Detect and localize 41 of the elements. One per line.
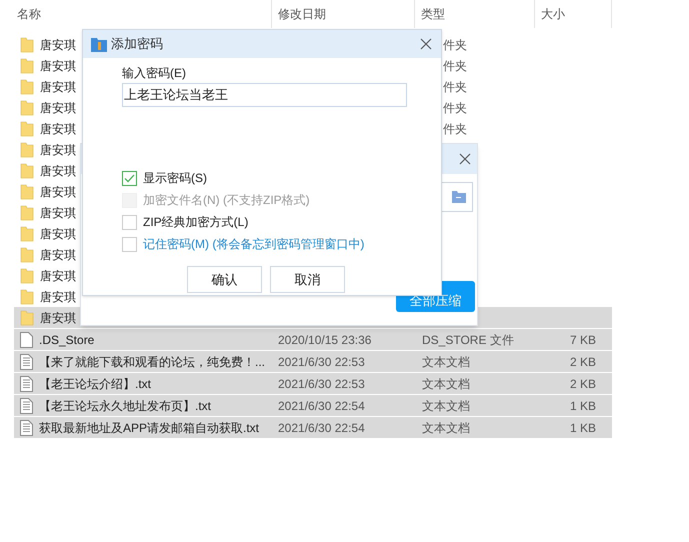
folder-name: 唐安琪 [40,310,76,326]
type-cell-text: 件夹 [443,100,467,116]
size-cell-text: 2 KB [568,354,596,370]
size-cell-text: 1 KB [568,420,596,436]
file-name: 获取最新地址及APP请发邮箱自动获取.txt [39,420,260,436]
date-cell-text: 2021/6/30 22:54 [278,420,366,436]
folder-name: 唐安琪 [40,78,76,96]
size-cell-text: 7 KB [568,332,596,348]
type-cell-text: 文本文档 [422,420,471,436]
date-cell-text: 2021/6/30 22:54 [278,398,366,414]
type-cell-text: 件夹 [443,58,467,74]
type-cell-text: DS_STORE 文件 [422,332,515,348]
size-cell-text: 1 KB [568,398,596,414]
file-name: 【来了就能下载和观看的论坛，纯免费！... [39,354,266,370]
folder-name: 唐安琪 [40,204,76,222]
folder-name: 唐安琪 [40,36,76,54]
folder-name: 唐安琪 [40,100,76,116]
file-name: .DS_Store [39,332,94,348]
date-cell-text: 2021/6/30 22:53 [278,376,366,392]
folder-name: 唐安琪 [40,288,76,306]
type-cell-text: 文本文档 [422,354,471,370]
field-label: 输入密码(E) [122,65,187,82]
type-cell-text: 件夹 [443,36,467,54]
folder-name: 唐安琪 [40,226,76,242]
folder-name: 唐安琪 [40,58,76,74]
type-cell-text: 件夹 [443,78,467,96]
folder-name: 唐安琪 [40,162,76,180]
folder-name: 唐安琪 [40,142,76,158]
file-name: 【老王论坛介绍】.txt [39,376,152,392]
type-cell-text: 文本文档 [422,398,471,414]
folder-name: 唐安琪 [40,184,76,200]
folder-name: 唐安琪 [40,268,76,284]
date-cell-text: 2020/10/15 23:36 [278,332,372,348]
date-cell-text: 2021/6/30 22:53 [278,354,366,370]
type-cell-text: 文本文档 [422,376,471,392]
size-cell-text: 2 KB [568,376,596,392]
folder-name: 唐安琪 [40,246,76,264]
file-name: 【老王论坛永久地址发布页】.txt [39,398,212,414]
folder-name: 唐安琪 [40,120,76,138]
type-cell-text: 件夹 [443,120,467,138]
dialog-title: 添加密码 [111,35,163,54]
